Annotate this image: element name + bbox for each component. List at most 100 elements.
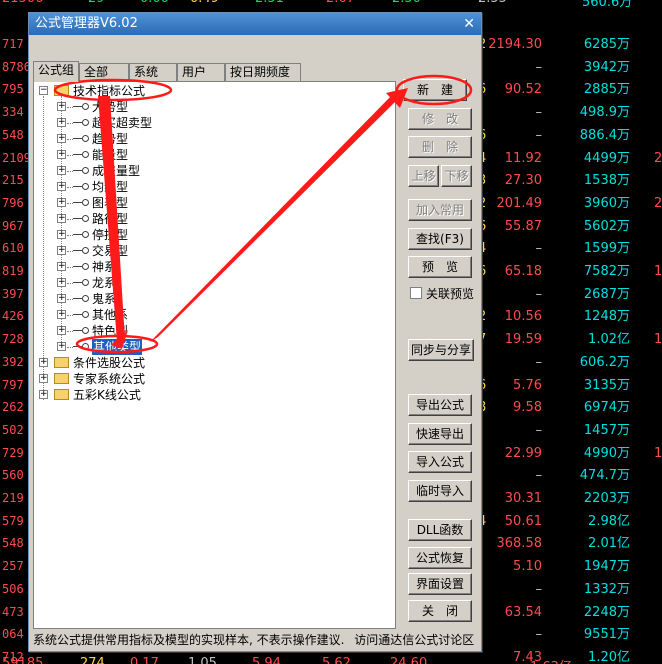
edit-button[interactable]: 修 改	[408, 108, 472, 130]
tree-item[interactable]: + 鬼系	[34, 291, 334, 307]
add-to-common-button[interactable]: 加入常用	[408, 199, 472, 221]
top-cell: 21506	[2, 0, 43, 6]
folder-icon	[54, 85, 69, 96]
stock-code: 257	[2, 559, 24, 574]
delete-button[interactable]: 删 除	[408, 136, 472, 158]
stock-amount: 1599万	[583, 241, 630, 257]
tree-item[interactable]: + 路径型	[34, 211, 334, 227]
stock-amount: 886.4万	[579, 127, 630, 143]
tree-item[interactable]: + 龙系	[34, 275, 334, 291]
bottom-cell: 59185	[2, 656, 44, 664]
status-text: 系统公式提供常用指标及模型的实现样本, 不表示操作建议.	[33, 633, 345, 647]
forum-link[interactable]: 访问通达信公式讨论区	[354, 633, 474, 647]
tab-user[interactable]: 用户	[177, 63, 225, 81]
move-up-button[interactable]: 上移	[408, 165, 439, 187]
formula-tree[interactable]: − 技术指标公式 + 大势型 + 超买超卖型 + 趋势型 + 能量型 + 成交量…	[33, 81, 396, 629]
stock-ratio: 19.59	[504, 332, 542, 348]
dialog-titlebar[interactable]: 公式管理器V6.02 ✕	[29, 13, 481, 35]
find-button[interactable]: 查找(F3)	[408, 228, 472, 250]
tree-root[interactable]: + 五彩K线公式	[34, 387, 334, 403]
stock-ratio: 27.30	[504, 173, 542, 189]
tree-root[interactable]: + 条件选股公式	[34, 355, 334, 371]
export-formula-button[interactable]: 导出公式	[408, 394, 472, 416]
related-preview-label: 关联预览	[426, 287, 475, 301]
formula-key-icon	[73, 294, 89, 304]
tab-by-date-frequency[interactable]: 按日期频度	[225, 63, 301, 81]
tree-item[interactable]: + 交易型	[34, 243, 334, 259]
interface-settings-button[interactable]: 界面设置	[408, 573, 472, 595]
stock-code: 506	[2, 581, 24, 596]
expand-icon[interactable]: +	[57, 166, 66, 175]
expand-icon[interactable]: +	[57, 134, 66, 143]
expand-icon[interactable]: +	[39, 390, 48, 399]
formula-key-icon	[73, 278, 89, 288]
expand-icon[interactable]: +	[57, 342, 66, 351]
tree-item[interactable]: + 其他类型	[34, 339, 334, 355]
tree-item[interactable]: + 图表型	[34, 195, 334, 211]
dll-function-button[interactable]: DLL函数	[408, 519, 472, 541]
import-formula-button[interactable]: 导入公式	[408, 451, 472, 473]
stock-code: 334	[2, 105, 24, 120]
tree-item[interactable]: + 其他系	[34, 307, 334, 323]
expand-icon[interactable]: +	[57, 230, 66, 239]
tree-item[interactable]: + 成交量型	[34, 163, 334, 179]
folder-icon	[54, 373, 69, 384]
expand-icon[interactable]: +	[57, 278, 66, 287]
stock-ratio: –	[535, 127, 543, 143]
expand-icon[interactable]: +	[57, 262, 66, 271]
stock-tail: 1	[654, 332, 662, 348]
stock-ratio: –	[535, 422, 543, 438]
tree-item[interactable]: + 能量型	[34, 147, 334, 163]
expand-icon[interactable]: +	[57, 326, 66, 335]
close-icon[interactable]: ✕	[463, 13, 475, 35]
expand-icon[interactable]: +	[57, 246, 66, 255]
tree-item[interactable]: + 超买超卖型	[34, 115, 334, 131]
expand-icon[interactable]: +	[57, 310, 66, 319]
expand-icon[interactable]: +	[57, 182, 66, 191]
move-down-button[interactable]: 下移	[441, 165, 472, 187]
tree-root-technical[interactable]: − 技术指标公式	[34, 83, 334, 99]
stock-amount: 2.98亿	[588, 513, 630, 529]
tab-formula-group[interactable]: 公式组	[33, 61, 79, 82]
expand-icon[interactable]: +	[39, 374, 48, 383]
stock-ratio: 5.10	[513, 559, 542, 575]
formula-restore-button[interactable]: 公式恢复	[408, 547, 472, 569]
expand-icon[interactable]: +	[57, 102, 66, 111]
expand-icon[interactable]: +	[57, 294, 66, 303]
stock-tail: 1	[654, 264, 662, 279]
bottom-cell: 5.62	[322, 656, 351, 664]
expand-icon[interactable]: +	[57, 118, 66, 127]
expand-icon[interactable]: +	[57, 198, 66, 207]
close-button[interactable]: 关 闭	[408, 600, 472, 622]
preview-button[interactable]: 预 览	[408, 256, 472, 278]
expand-icon[interactable]: +	[39, 358, 48, 367]
tree-item[interactable]: + 特色型	[34, 323, 334, 339]
tree-root-label: 专家系统公式	[73, 372, 146, 386]
tree-item-label: 其他系	[92, 308, 129, 322]
tree-item[interactable]: + 趋势型	[34, 131, 334, 147]
tree-item[interactable]: + 均线型	[34, 179, 334, 195]
tree-root[interactable]: + 专家系统公式	[34, 371, 334, 387]
tab-system[interactable]: 系统	[129, 63, 177, 81]
stock-amount: 498.9万	[579, 105, 630, 121]
new-button[interactable]: 新 建	[403, 79, 467, 101]
tree-item[interactable]: + 停损型	[34, 227, 334, 243]
collapse-icon[interactable]: −	[39, 86, 48, 95]
related-preview-checkbox[interactable]	[410, 287, 422, 299]
stock-ratio: 50.61	[504, 513, 542, 529]
sync-share-button[interactable]: 同步与分享	[408, 339, 474, 361]
stock-code: 2109	[2, 150, 31, 165]
formula-key-icon	[73, 214, 89, 224]
tree-item-label: 龙系	[92, 276, 117, 290]
quick-export-button[interactable]: 快速导出	[408, 423, 472, 445]
expand-icon[interactable]: +	[57, 214, 66, 223]
tree-item[interactable]: + 神系	[34, 259, 334, 275]
tab-all[interactable]: 全部	[79, 63, 129, 81]
temp-import-button[interactable]: 临时导入	[408, 480, 472, 502]
stock-code: 967	[2, 218, 24, 233]
tree-item[interactable]: + 大势型	[34, 99, 334, 115]
tree-item-label: 均线型	[92, 180, 129, 194]
stock-amount: 6974万	[583, 400, 630, 416]
formula-key-icon	[73, 246, 89, 256]
expand-icon[interactable]: +	[57, 150, 66, 159]
